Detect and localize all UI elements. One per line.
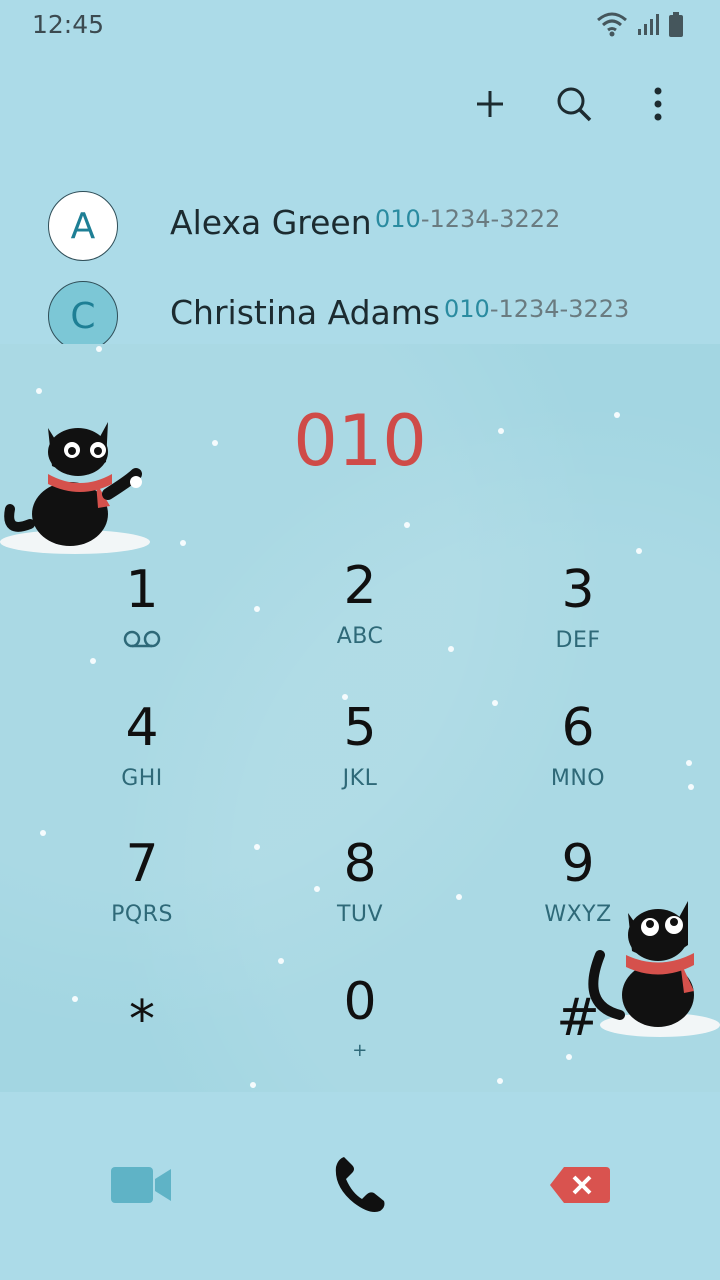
key-digit: 3 bbox=[561, 560, 595, 620]
contact-item[interactable]: A Alexa Green 010-1234-3222 bbox=[0, 181, 720, 271]
key-8[interactable]: 8 TUV bbox=[280, 834, 440, 954]
status-time: 12:45 bbox=[32, 10, 105, 39]
status-bar: 12:45 bbox=[0, 0, 720, 50]
number-match: 010 bbox=[375, 205, 421, 233]
key-letters: PQRS bbox=[111, 902, 173, 927]
key-digit: 9 bbox=[561, 834, 595, 894]
add-contact-button[interactable] bbox=[468, 80, 512, 128]
number-rest: -1234-3223 bbox=[489, 295, 630, 323]
key-digit: 8 bbox=[343, 834, 377, 894]
key-digit: 5 bbox=[343, 698, 377, 758]
video-call-button[interactable] bbox=[102, 1150, 182, 1220]
contact-name: Alexa Green bbox=[170, 203, 372, 242]
key-letters: DEF bbox=[555, 628, 601, 653]
search-button[interactable] bbox=[552, 80, 596, 128]
more-vert-icon bbox=[654, 87, 662, 121]
phone-icon bbox=[335, 1157, 385, 1212]
key-2[interactable]: 2 ABC bbox=[280, 556, 440, 676]
call-button[interactable] bbox=[320, 1150, 400, 1220]
contact-number: 010-1234-3223 bbox=[444, 295, 629, 323]
key-0[interactable]: 0 + bbox=[280, 972, 440, 1092]
key-digit: # bbox=[556, 988, 600, 1048]
avatar: C bbox=[48, 281, 118, 344]
status-icons bbox=[596, 12, 684, 38]
more-options-button[interactable] bbox=[636, 80, 680, 128]
number-match: 010 bbox=[444, 295, 490, 323]
backspace-icon bbox=[550, 1167, 610, 1203]
key-letters: TUV bbox=[336, 902, 384, 927]
avatar: A bbox=[48, 191, 118, 261]
key-letters: JKL bbox=[342, 766, 378, 791]
key-letters: MNO bbox=[550, 766, 606, 791]
battery-icon bbox=[669, 12, 683, 37]
key-9[interactable]: 9 WXYZ bbox=[498, 834, 658, 954]
number-rest: -1234-3222 bbox=[420, 205, 561, 233]
key-3[interactable]: 3 DEF bbox=[498, 560, 658, 680]
wifi-icon bbox=[597, 12, 627, 37]
key-hash[interactable]: # bbox=[498, 988, 658, 1108]
key-letters: GHI bbox=[121, 766, 163, 791]
dialed-number: 010 bbox=[293, 400, 427, 482]
contact-item[interactable]: C Christina Adams 010-1234-3223 bbox=[0, 271, 720, 344]
key-digit: 0 bbox=[343, 972, 377, 1032]
search-icon bbox=[557, 87, 592, 122]
key-digit: 4 bbox=[125, 698, 159, 758]
key-letters: WXYZ bbox=[544, 902, 612, 927]
key-5[interactable]: 5 JKL bbox=[280, 698, 440, 818]
signal-icon bbox=[638, 14, 659, 35]
key-7[interactable]: 7 PQRS bbox=[62, 834, 222, 954]
contact-number: 010-1234-3222 bbox=[375, 205, 560, 233]
key-6[interactable]: 6 MNO bbox=[498, 698, 658, 818]
backspace-button[interactable] bbox=[540, 1150, 620, 1220]
key-letters: + bbox=[352, 1040, 368, 1061]
key-digit: 1 bbox=[125, 560, 159, 620]
key-letters: ABC bbox=[336, 624, 384, 649]
video-call-icon bbox=[111, 1167, 171, 1203]
key-4[interactable]: 4 GHI bbox=[62, 698, 222, 818]
key-digit: 2 bbox=[343, 556, 377, 616]
key-digit: 7 bbox=[125, 834, 159, 894]
plus-icon bbox=[477, 91, 503, 117]
key-digit: 6 bbox=[561, 698, 595, 758]
key-digit: * bbox=[129, 990, 155, 1050]
voicemail-icon bbox=[62, 628, 222, 656]
key-1[interactable]: 1 bbox=[62, 560, 222, 680]
toolbar bbox=[468, 80, 680, 128]
contact-name: Christina Adams bbox=[170, 293, 441, 332]
